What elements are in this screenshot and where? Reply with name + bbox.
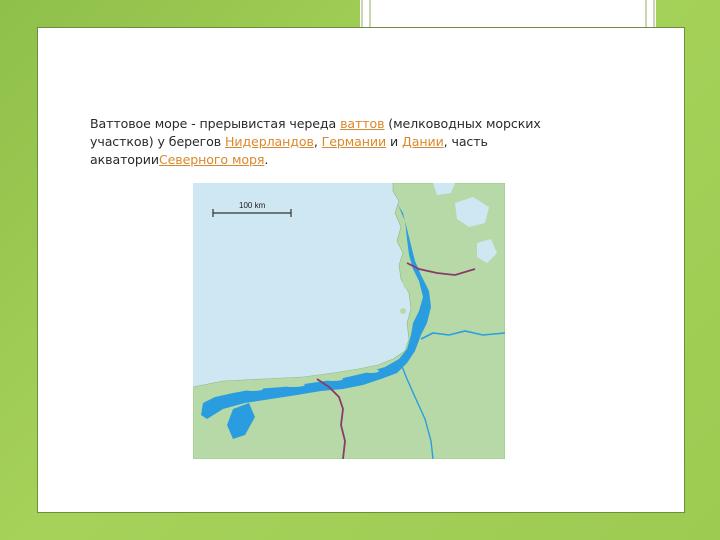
link-watts[interactable]: ваттов [340,116,384,131]
map-scale-label: 100 km [239,201,266,210]
text-part: . [264,152,269,167]
link-netherlands[interactable]: Нидерландов [225,134,314,149]
link-north-sea[interactable]: Северного моря [159,152,264,167]
link-germany[interactable]: Германии [322,134,387,149]
link-denmark[interactable]: Дании [402,134,444,149]
text-part: , [313,134,322,149]
text-part: и [386,134,402,149]
text-part: Ваттовое море - прерывистая череда [90,116,341,131]
slide-paragraph: Ваттовое море - прерывистая череда ватто… [90,115,590,169]
wadden-sea-map: 100 km [193,183,505,459]
